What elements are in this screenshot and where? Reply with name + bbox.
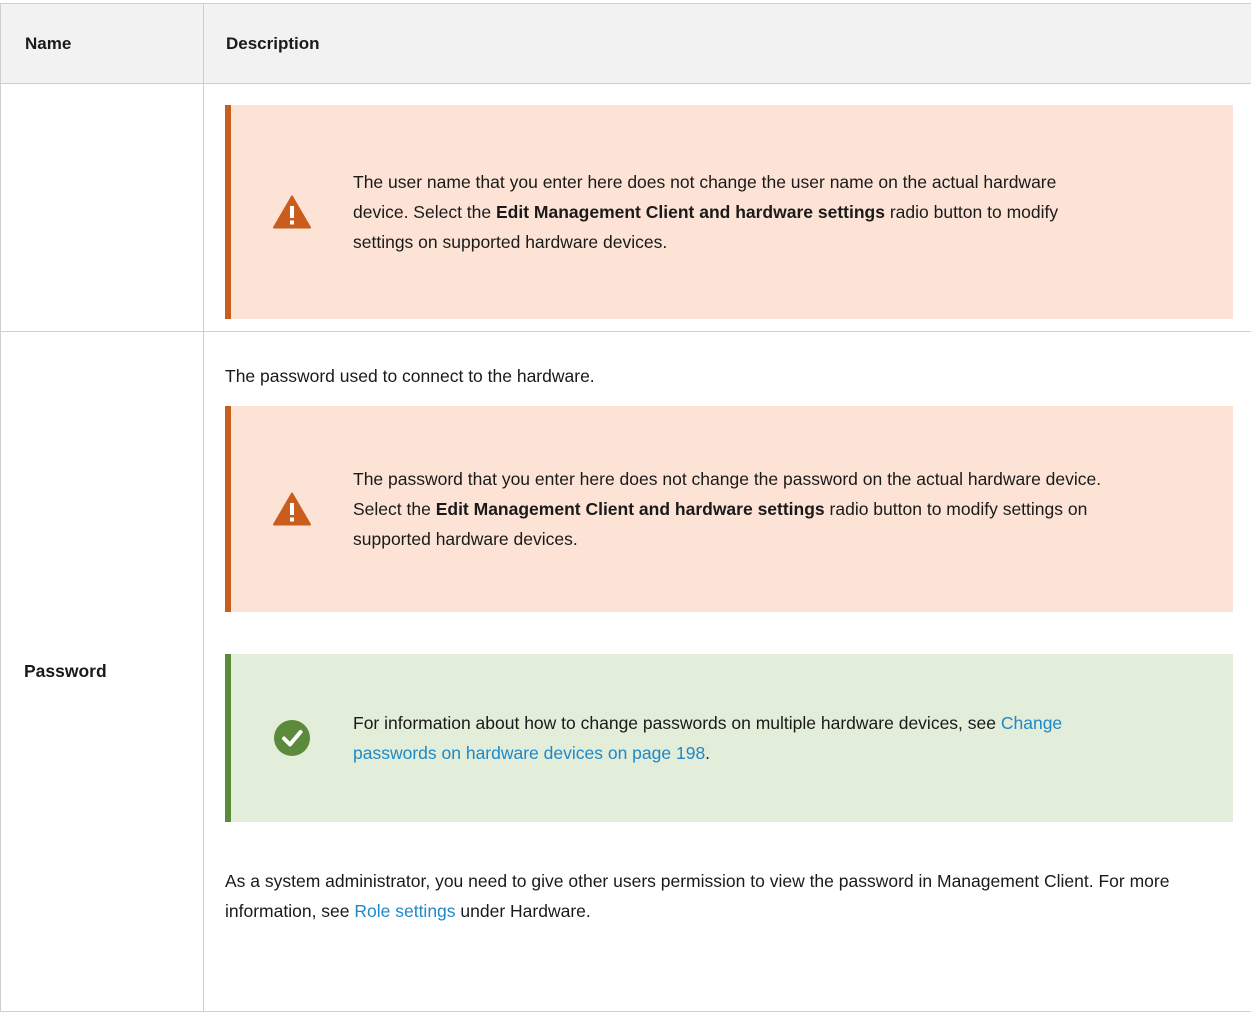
warning-text: The user name that you enter here does n… [353, 167, 1113, 257]
row-description-cell: The user name that you enter here does n… [204, 84, 1251, 332]
warning-icon-wrap [231, 492, 353, 526]
row-description-cell: The password used to connect to the hard… [204, 332, 1251, 1012]
footer-text-part: under Hardware. [456, 901, 591, 921]
warning-callout: The password that you enter here does no… [225, 406, 1233, 612]
table-row: Password The password used to connect to… [1, 332, 1251, 1012]
warning-triangle-icon [273, 492, 311, 526]
row-name-cell: Password [1, 332, 204, 1012]
callout-text-part: . [705, 743, 710, 763]
name-column-header: Name [1, 4, 204, 84]
role-settings-link[interactable]: Role settings [354, 901, 455, 921]
tip-icon-wrap [231, 720, 353, 756]
properties-table: Name Description The user name that you … [0, 3, 1251, 1012]
warning-callout: The user name that you enter here does n… [225, 105, 1233, 319]
warning-text: The password that you enter here does no… [353, 464, 1113, 554]
callout-text-part: For information about how to change pass… [353, 713, 1001, 733]
warning-triangle-icon [273, 195, 311, 229]
password-intro-text: The password used to connect to the hard… [225, 361, 1233, 391]
checkmark-circle-icon [274, 720, 310, 756]
callout-bold-text: Edit Management Client and hardware sett… [496, 202, 885, 222]
tip-text: For information about how to change pass… [353, 708, 1113, 768]
callout-bold-text: Edit Management Client and hardware sett… [436, 499, 825, 519]
description-column-header: Description [204, 4, 1251, 84]
table-header-row: Name Description [1, 4, 1251, 84]
warning-icon-wrap [231, 195, 353, 229]
admin-permission-text: As a system administrator, you need to g… [225, 866, 1233, 926]
table-row: The user name that you enter here does n… [1, 84, 1251, 332]
tip-callout: For information about how to change pass… [225, 654, 1233, 822]
row-name-cell [1, 84, 204, 332]
